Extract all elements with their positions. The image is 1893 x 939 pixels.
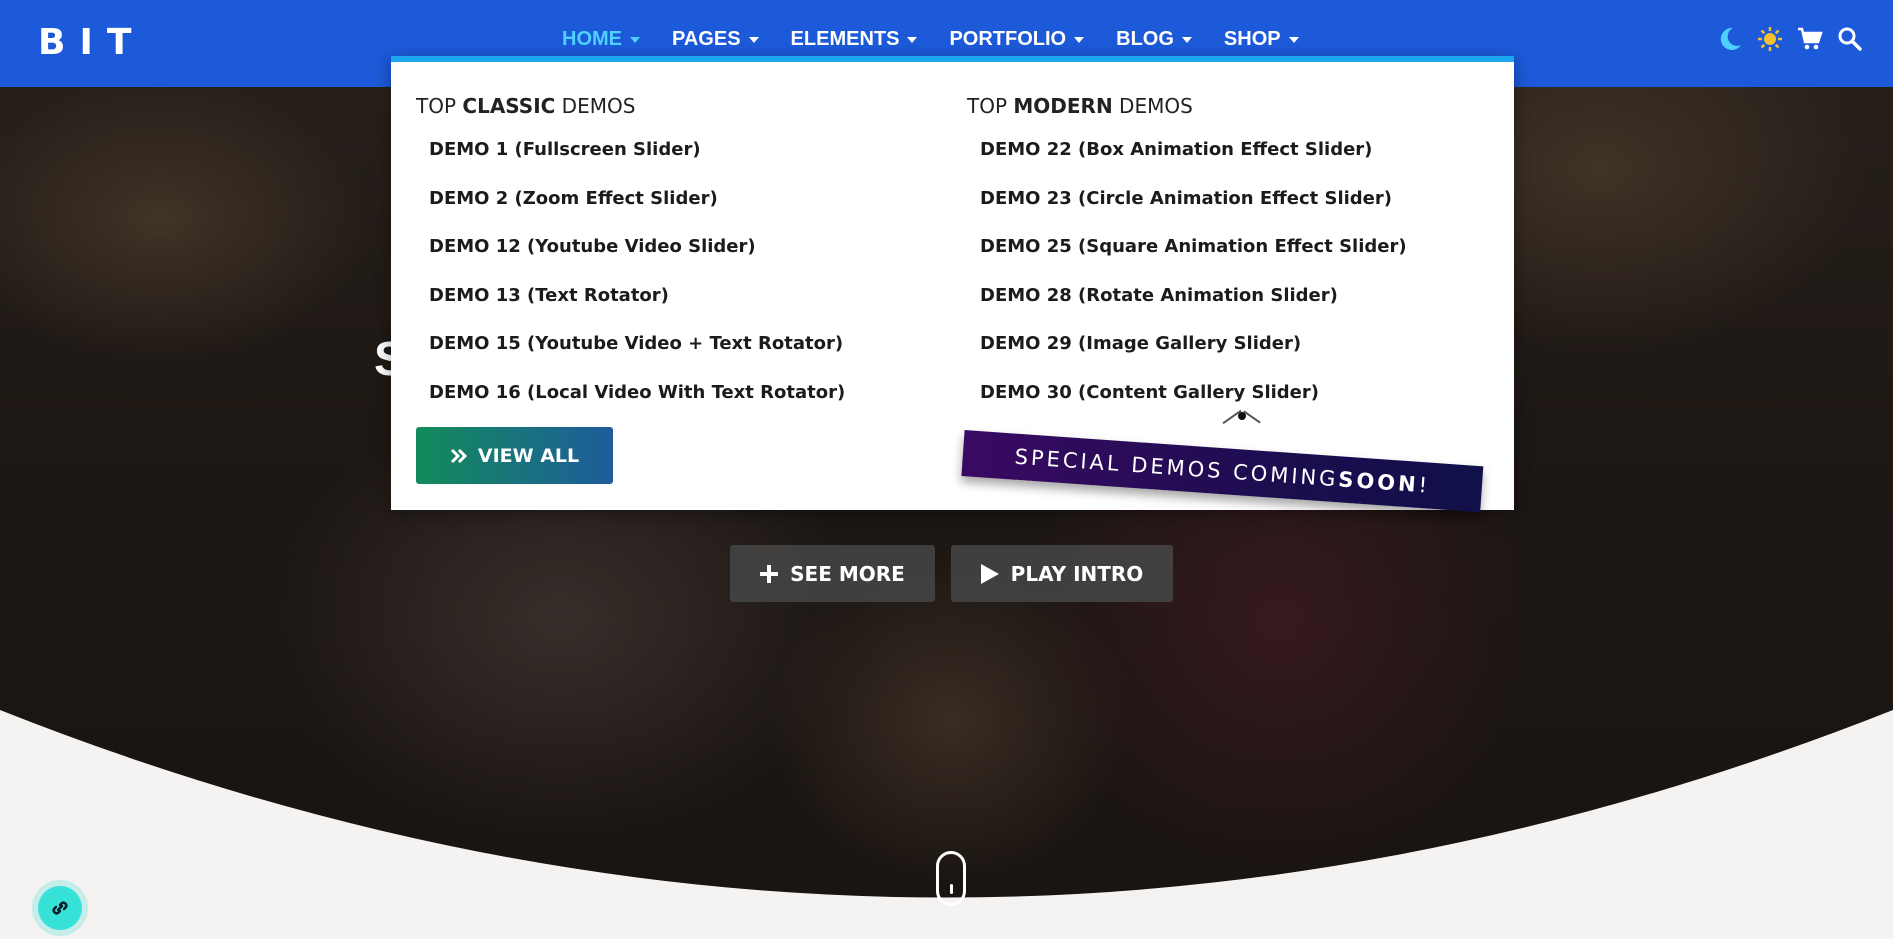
play-intro-button[interactable]: PLAY INTRO xyxy=(951,545,1173,602)
scroll-down-icon[interactable] xyxy=(936,851,966,906)
menu-item-demo-16[interactable]: DEMO 16 (Local Video With Text Rotator) xyxy=(429,382,845,431)
play-intro-label: PLAY INTRO xyxy=(1010,561,1144,586)
menu-item-demo-25[interactable]: DEMO 25 (Square Animation Effect Slider) xyxy=(980,236,1407,285)
modern-demos-column: TOP MODERN DEMOS DEMO 22 (Box Animation … xyxy=(967,94,1407,430)
site-logo[interactable]: BIT xyxy=(38,22,145,63)
classic-demos-column: TOP CLASSIC DEMOS DEMO 1 (Fullscreen Sli… xyxy=(416,94,845,430)
menu-item-demo-2[interactable]: DEMO 2 (Zoom Effect Slider) xyxy=(429,188,845,237)
menu-item-demo-28[interactable]: DEMO 28 (Rotate Animation Slider) xyxy=(980,285,1407,334)
nav-item-shop[interactable]: SHOP xyxy=(1224,28,1299,51)
nav-label: ELEMENTS xyxy=(790,28,900,50)
caret-down-icon xyxy=(748,36,759,43)
caret-down-icon xyxy=(907,36,918,43)
cart-icon[interactable] xyxy=(1797,26,1823,52)
view-all-button[interactable]: VIEW ALL xyxy=(416,427,613,484)
main-nav: HOME PAGES ELEMENTS PORTFOLIO BLOG SHOP xyxy=(562,28,1331,51)
nav-label: PAGES xyxy=(672,28,741,50)
moon-icon[interactable] xyxy=(1717,26,1743,52)
play-icon xyxy=(980,563,999,584)
modern-demos-heading: TOP MODERN DEMOS xyxy=(967,94,1193,118)
see-more-button[interactable]: SEE MORE xyxy=(730,545,935,602)
menu-item-demo-13[interactable]: DEMO 13 (Text Rotator) xyxy=(429,285,845,334)
menu-item-demo-1[interactable]: DEMO 1 (Fullscreen Slider) xyxy=(429,139,845,188)
view-all-label: VIEW ALL xyxy=(477,444,580,467)
nav-item-home[interactable]: HOME xyxy=(562,28,640,51)
caret-down-icon xyxy=(1288,36,1299,43)
nav-label: PORTFOLIO xyxy=(949,28,1067,50)
menu-item-demo-22[interactable]: DEMO 22 (Box Animation Effect Slider) xyxy=(980,139,1407,188)
ribbon-pin xyxy=(1238,412,1246,420)
double-chevron-right-icon xyxy=(450,448,467,463)
link-fab-button[interactable] xyxy=(38,886,82,930)
link-icon xyxy=(52,901,68,915)
menu-accent-bar xyxy=(391,56,1514,62)
sun-icon[interactable] xyxy=(1757,26,1783,52)
caret-down-icon xyxy=(1074,36,1085,43)
nav-label: SHOP xyxy=(1223,28,1281,50)
nav-item-elements[interactable]: ELEMENTS xyxy=(791,28,918,51)
plus-icon xyxy=(760,564,779,583)
caret-down-icon xyxy=(1181,36,1192,43)
menu-item-demo-15[interactable]: DEMO 15 (Youtube Video + Text Rotator) xyxy=(429,333,845,382)
menu-item-demo-29[interactable]: DEMO 29 (Image Gallery Slider) xyxy=(980,333,1407,382)
nav-item-portfolio[interactable]: PORTFOLIO xyxy=(949,28,1085,51)
caret-down-icon xyxy=(630,36,640,43)
nav-label: BLOG xyxy=(1116,28,1174,50)
menu-item-demo-12[interactable]: DEMO 12 (Youtube Video Slider) xyxy=(429,236,845,285)
nav-item-pages[interactable]: PAGES xyxy=(672,28,759,51)
search-icon[interactable] xyxy=(1837,26,1863,52)
nav-item-blog[interactable]: BLOG xyxy=(1116,28,1192,51)
menu-item-demo-23[interactable]: DEMO 23 (Circle Animation Effect Slider) xyxy=(980,188,1407,237)
nav-label: HOME xyxy=(562,28,622,50)
classic-demos-heading: TOP CLASSIC DEMOS xyxy=(416,94,636,118)
home-mega-menu: TOP CLASSIC DEMOS DEMO 1 (Fullscreen Sli… xyxy=(391,56,1514,510)
menu-item-demo-30[interactable]: DEMO 30 (Content Gallery Slider) xyxy=(980,382,1407,431)
header-icons xyxy=(1717,26,1863,52)
see-more-label: SEE MORE xyxy=(790,561,905,586)
